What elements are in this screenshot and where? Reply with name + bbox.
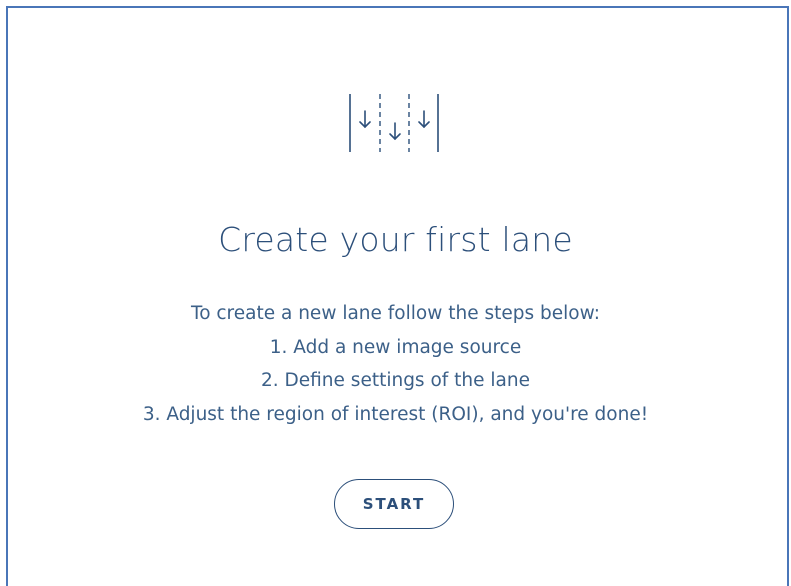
step-2: 2. Define settings of the lane <box>261 370 530 391</box>
instructions: To create a new lane follow the steps be… <box>0 297 791 431</box>
empty-state-title: Create your first lane <box>218 220 573 259</box>
start-button[interactable]: START <box>334 479 454 529</box>
lanes-down-arrows-icon <box>349 94 439 152</box>
instructions-intro: To create a new lane follow the steps be… <box>191 303 600 324</box>
step-3: 3. Adjust the region of interest (ROI), … <box>142 403 649 425</box>
step-1: 1. Add a new image source <box>269 336 522 358</box>
